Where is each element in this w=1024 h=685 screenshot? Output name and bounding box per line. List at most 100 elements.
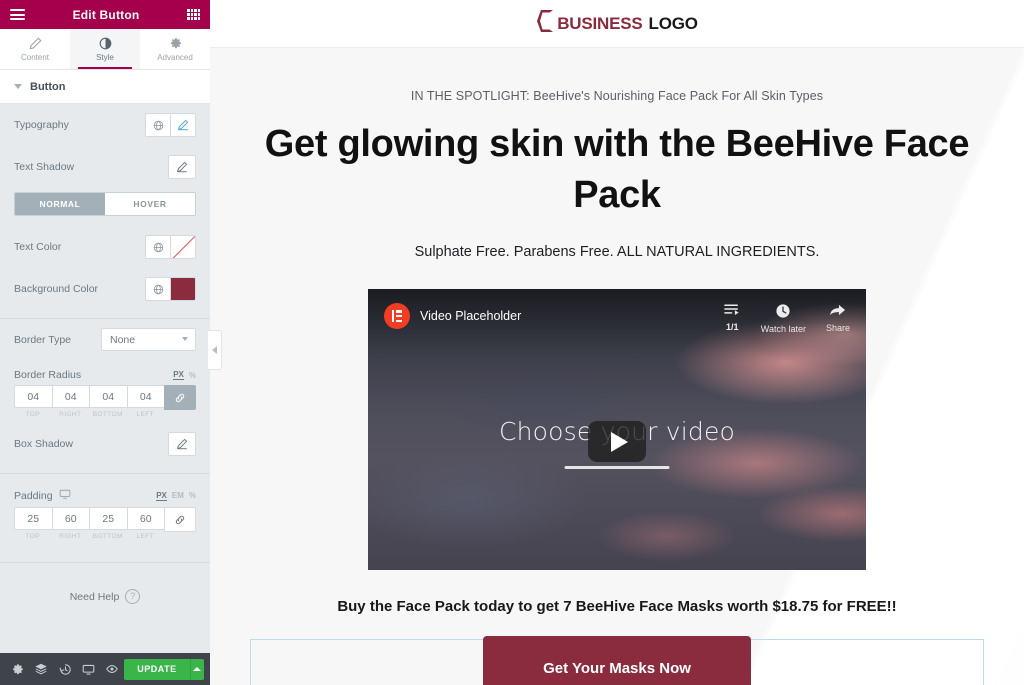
gear-icon: [169, 37, 182, 50]
responsive-icon[interactable]: [77, 653, 101, 685]
section-button-header[interactable]: Button: [0, 70, 210, 104]
panel-tabs: Content Style Advanced: [0, 29, 210, 70]
border-radius-right-input[interactable]: [51, 385, 89, 408]
panel-collapse-handle[interactable]: [208, 330, 222, 370]
state-toggle: NORMAL HOVER: [14, 192, 196, 216]
layers-icon[interactable]: [30, 653, 54, 685]
globe-icon[interactable]: [145, 235, 170, 259]
tab-style[interactable]: Style: [70, 29, 140, 69]
video-playlist-action[interactable]: 1/1: [723, 303, 741, 332]
border-type-select-wrap: None: [101, 328, 196, 351]
section-title: Button: [30, 80, 66, 93]
globe-icon[interactable]: [145, 277, 170, 301]
elementor-icon: [384, 303, 410, 330]
border-radius-left-input[interactable]: [126, 385, 164, 408]
border-radius-inputs: TOP RIGHT BOTTOM LEFT: [0, 385, 210, 418]
link-icon[interactable]: [164, 507, 196, 532]
state-hover-button[interactable]: HOVER: [105, 193, 195, 215]
control-padding: Padding PX EM %: [0, 474, 210, 507]
globe-icon[interactable]: [145, 113, 170, 137]
border-radius-right: RIGHT: [51, 385, 89, 418]
link-icon[interactable]: [164, 385, 196, 410]
padding-right: RIGHT: [51, 507, 89, 540]
unit-em[interactable]: EM: [172, 491, 184, 500]
tab-advanced[interactable]: Advanced: [140, 29, 210, 69]
panel-header: Edit Button: [0, 0, 210, 29]
side-label-top: TOP: [25, 533, 40, 540]
desktop-icon[interactable]: [59, 488, 71, 503]
caret-up-icon: [193, 667, 202, 671]
padding-top: TOP: [14, 507, 52, 540]
video-topbar: Video Placeholder 1/1 Watch later Share: [368, 289, 866, 345]
tab-advanced-label: Advanced: [157, 52, 193, 62]
no-color-icon: [171, 236, 195, 258]
text-color-swatch[interactable]: [170, 235, 196, 259]
editor-panel: Edit Button Content Style Advanced Butto…: [0, 0, 222, 685]
side-label-left: LEFT: [136, 411, 154, 418]
background-color-swatch[interactable]: [170, 277, 196, 301]
video-share-action[interactable]: Share: [826, 303, 850, 333]
background-color-actions: [145, 277, 196, 301]
play-icon[interactable]: [588, 421, 646, 463]
update-options-button[interactable]: [189, 658, 204, 680]
video-widget[interactable]: Video Placeholder 1/1 Watch later Share …: [368, 289, 866, 571]
control-border-radius: Border Radius PX %: [0, 360, 210, 385]
box-shadow-edit-button[interactable]: [168, 432, 196, 456]
cta-button[interactable]: Get Your Masks Now: [483, 635, 751, 685]
control-border-type: Border Type None: [0, 319, 210, 360]
logo-brand: BUSINESS: [557, 13, 643, 33]
history-icon[interactable]: [53, 653, 77, 685]
unit-percent[interactable]: %: [189, 491, 196, 500]
preview-eye-icon[interactable]: [101, 653, 125, 685]
panel-title: Edit Button: [72, 7, 140, 22]
offer-text[interactable]: Buy the Face Pack today to get 7 BeeHive…: [250, 598, 984, 615]
playlist-icon: [723, 303, 741, 319]
page-title[interactable]: Get glowing skin with the BeeHive Face P…: [252, 119, 982, 220]
gear-icon[interactable]: [6, 653, 30, 685]
hamburger-icon[interactable]: [10, 9, 25, 20]
subheadline[interactable]: Sulphate Free. Parabens Free. ALL NATURA…: [250, 244, 984, 260]
update-button[interactable]: UPDATE: [124, 658, 190, 680]
text-color-actions: [145, 235, 196, 259]
video-watch-later-action[interactable]: Watch later: [761, 303, 806, 334]
eyebrow-text: IN THE SPOTLIGHT: BeeHive's Nourishing F…: [410, 89, 824, 103]
border-radius-units: PX %: [173, 370, 196, 380]
state-normal-button[interactable]: NORMAL: [15, 193, 105, 215]
video-watch-later-label: Watch later: [760, 324, 806, 335]
need-help[interactable]: Need Help ?: [0, 563, 210, 604]
border-radius-bottom-input[interactable]: [89, 385, 127, 408]
background-color-label: Background Color: [14, 283, 99, 295]
page-content: IN THE SPOTLIGHT: BeeHive's Nourishing F…: [210, 89, 1024, 685]
padding-bottom-input[interactable]: [89, 507, 127, 530]
unit-percent[interactable]: %: [189, 371, 196, 380]
chevron-down-icon: [182, 337, 188, 341]
chevron-down-icon: [14, 84, 22, 89]
site-logo[interactable]: BUSINESS LOGO: [536, 9, 698, 38]
padding-inputs: TOP RIGHT BOTTOM LEFT: [0, 507, 210, 540]
unit-px[interactable]: PX: [156, 491, 167, 501]
video-title: Video Placeholder: [420, 309, 522, 324]
padding-bottom: BOTTOM: [89, 507, 127, 540]
bracket-icon: [536, 9, 555, 38]
control-text-shadow: Text Shadow: [0, 146, 210, 188]
padding-right-input[interactable]: [51, 507, 89, 530]
control-state-toggle: NORMAL HOVER: [0, 188, 210, 226]
padding-label: Padding: [14, 489, 53, 502]
side-label-right: RIGHT: [59, 533, 82, 540]
tab-content[interactable]: Content: [0, 29, 70, 69]
unit-px[interactable]: PX: [173, 370, 184, 380]
button-section[interactable]: Get Your Masks Now: [250, 635, 984, 685]
grid-icon[interactable]: [187, 9, 200, 20]
panel-footer: UPDATE: [0, 653, 210, 685]
contrast-circle-icon: [99, 37, 112, 50]
padding-top-input[interactable]: [14, 507, 52, 530]
padding-left-input[interactable]: [126, 507, 164, 530]
border-radius-top-input[interactable]: [14, 385, 52, 408]
control-box-shadow: Box Shadow: [0, 418, 210, 465]
typography-edit-button[interactable]: [170, 113, 196, 137]
text-shadow-edit-button[interactable]: [168, 155, 196, 179]
question-circle-icon[interactable]: ?: [125, 589, 141, 604]
need-help-label: Need Help: [69, 590, 120, 603]
site-header: BUSINESS LOGO: [210, 0, 1024, 48]
video-title-group: Video Placeholder: [384, 303, 522, 330]
